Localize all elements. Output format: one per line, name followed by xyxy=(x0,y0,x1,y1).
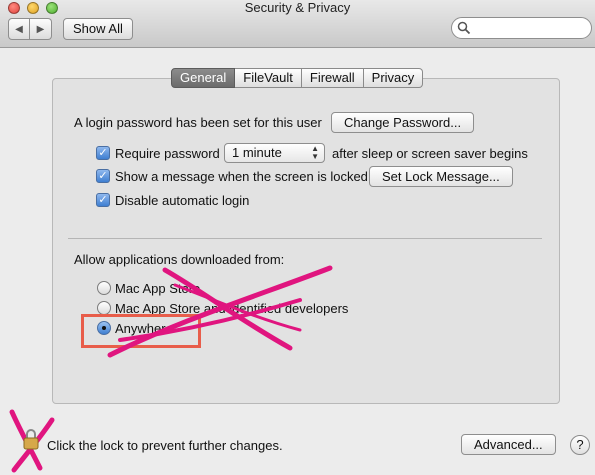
tab-firewall[interactable]: Firewall xyxy=(301,68,364,88)
radio-mac-app-store-label: Mac App Store xyxy=(115,281,201,296)
show-all-button[interactable]: Show All xyxy=(63,18,133,40)
window-titlebar: Security & Privacy ◀ ▶ Show All xyxy=(0,0,595,48)
allow-apps-heading: Allow applications downloaded from: xyxy=(74,252,285,267)
radio-mac-app-store[interactable] xyxy=(97,281,111,295)
change-password-button[interactable]: Change Password... xyxy=(331,112,475,133)
search-icon xyxy=(457,21,471,35)
radio-identified-developers[interactable] xyxy=(97,301,111,315)
tab-filevault[interactable]: FileVault xyxy=(235,68,302,88)
updown-arrows-icon: ▲ ▼ xyxy=(311,144,319,161)
set-lock-message-button[interactable]: Set Lock Message... xyxy=(369,166,513,187)
require-password-delay-value: 1 minute xyxy=(232,145,282,160)
question-mark-icon: ? xyxy=(576,437,584,452)
forward-button[interactable]: ▶ xyxy=(30,18,52,40)
window-title: Security & Privacy xyxy=(244,0,351,15)
chevron-right-icon: ▶ xyxy=(36,23,45,35)
search-input[interactable] xyxy=(451,17,592,39)
section-divider xyxy=(68,238,542,239)
help-button[interactable]: ? xyxy=(570,435,590,455)
advanced-button[interactable]: Advanced... xyxy=(461,434,556,455)
anywhere-highlight-box xyxy=(81,314,201,348)
show-message-checkbox[interactable]: ✓ xyxy=(96,169,110,183)
tab-general[interactable]: General xyxy=(171,68,236,88)
require-password-checkbox[interactable]: ✓ xyxy=(96,146,110,160)
require-password-label: Require password xyxy=(115,146,220,161)
disable-auto-login-label: Disable automatic login xyxy=(115,193,250,208)
disable-auto-login-checkbox[interactable]: ✓ xyxy=(96,193,110,207)
require-password-delay-select[interactable]: 1 minute ▲ ▼ xyxy=(224,143,325,163)
tab-privacy[interactable]: Privacy xyxy=(363,68,424,88)
login-password-text: A login password has been set for this u… xyxy=(74,115,322,130)
lock-hint-text: Click the lock to prevent further change… xyxy=(47,438,283,453)
back-button[interactable]: ◀ xyxy=(8,18,30,40)
chevron-left-icon: ◀ xyxy=(15,23,23,35)
tab-bar: General FileVault Firewall Privacy xyxy=(171,68,424,88)
nav-buttons: ◀ ▶ xyxy=(8,18,52,40)
lock-icon[interactable] xyxy=(22,428,40,450)
require-password-suffix: after sleep or screen saver begins xyxy=(332,146,528,161)
show-message-label: Show a message when the screen is locked xyxy=(115,169,368,184)
